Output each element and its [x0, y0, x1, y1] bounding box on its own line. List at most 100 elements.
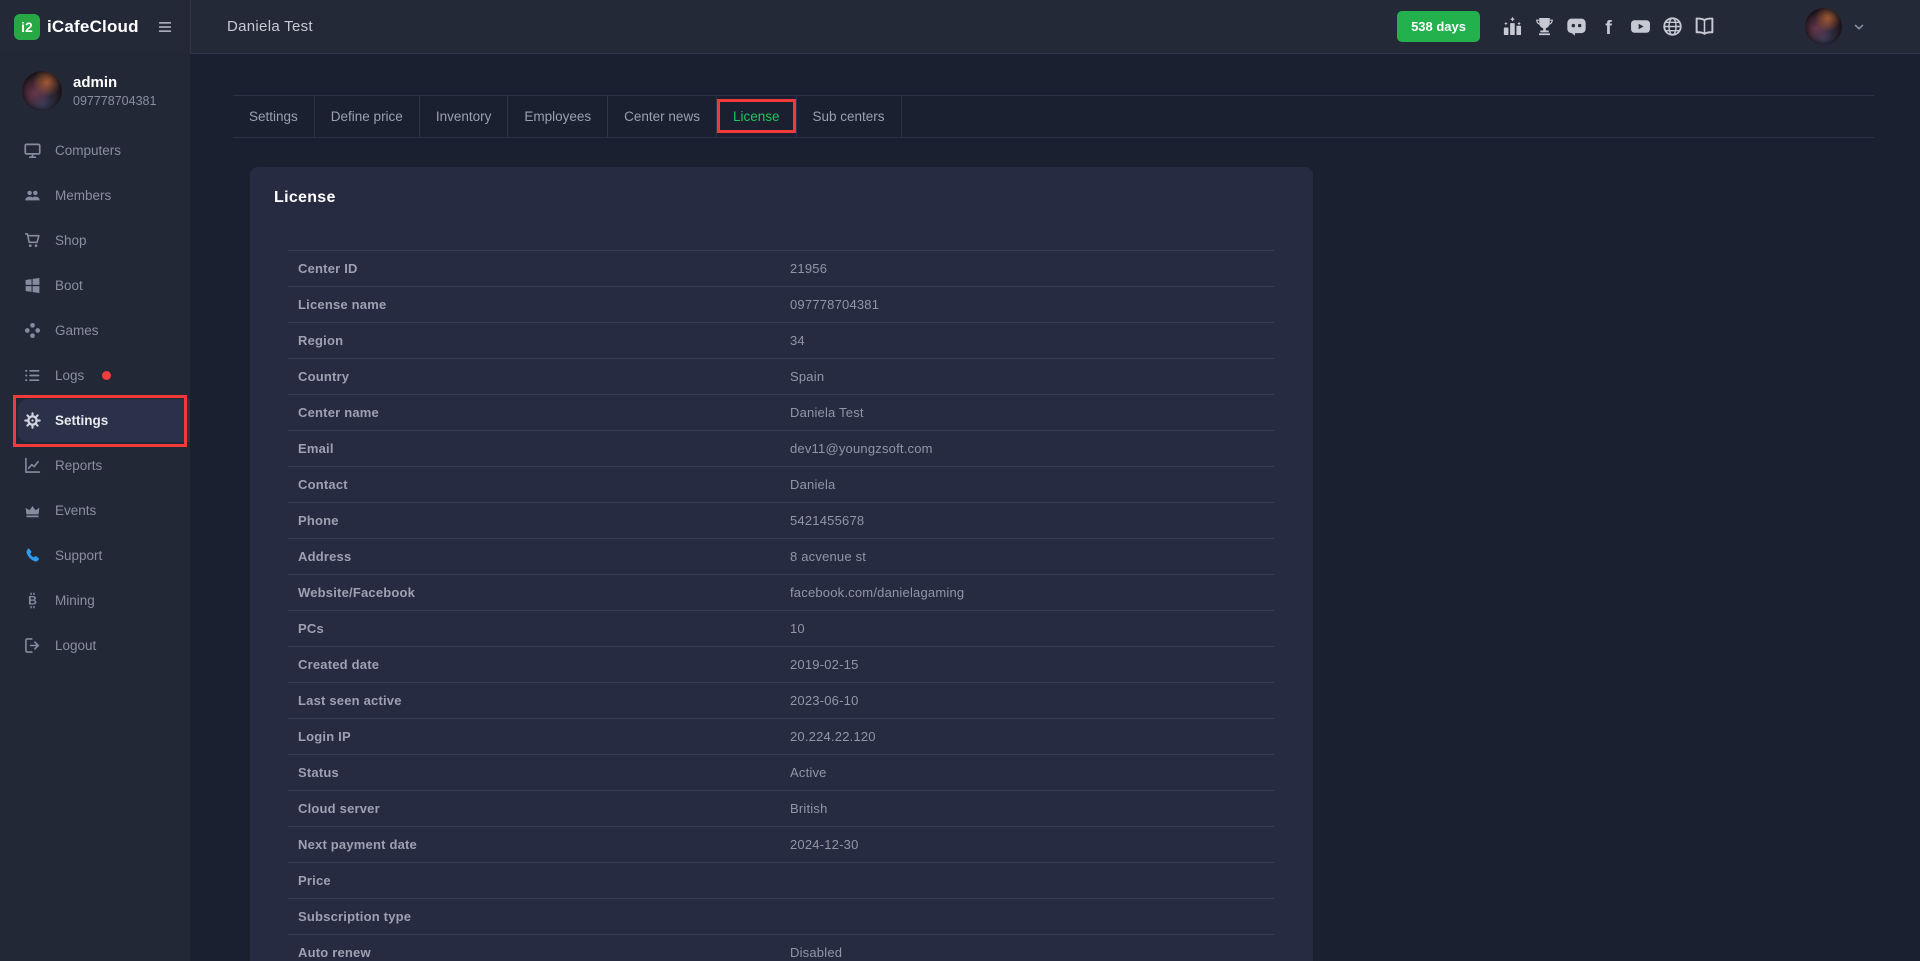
chevron-down-icon[interactable]	[1852, 20, 1866, 34]
sidebar-item-label: Support	[55, 548, 102, 563]
sidebar-item-logs[interactable]: Logs	[0, 353, 190, 398]
row-label: Next payment date	[298, 837, 790, 852]
sidebar-item-logout[interactable]: Logout	[0, 623, 190, 668]
sidebar-item-label: Games	[55, 323, 99, 338]
row-value: Daniela	[790, 477, 836, 492]
row-label: Created date	[298, 657, 790, 672]
cart-icon	[24, 232, 41, 249]
globe-icon[interactable]	[1662, 16, 1683, 37]
logs-list-icon	[24, 367, 41, 384]
leaderboard-icon[interactable]	[1502, 16, 1523, 37]
app-logo-icon: i2	[14, 14, 40, 40]
license-row-website-facebook: Website/Facebookfacebook.com/danielagami…	[288, 575, 1274, 611]
row-label: Subscription type	[298, 909, 790, 924]
license-row-license-name: License name097778704381	[288, 287, 1274, 323]
row-label: Website/Facebook	[298, 585, 790, 600]
sidebar-item-computers[interactable]: Computers	[0, 128, 190, 173]
avatar[interactable]	[1805, 8, 1842, 45]
sidebar-item-boot[interactable]: Boot	[0, 263, 190, 308]
youtube-icon[interactable]	[1630, 16, 1651, 37]
row-label: Email	[298, 441, 790, 456]
license-row-next-payment-date: Next payment date2024-12-30	[288, 827, 1274, 863]
app-logo[interactable]: i2 iCafeCloud	[14, 14, 139, 40]
row-value: Spain	[790, 369, 824, 384]
sidebar-item-label: Members	[55, 188, 111, 203]
tab-center-news[interactable]: Center news	[608, 96, 717, 137]
days-remaining-badge[interactable]: 538 days	[1397, 11, 1480, 42]
sidebar-user: admin 097778704381	[0, 54, 190, 111]
row-value: 2019-02-15	[790, 657, 859, 672]
hamburger-menu-icon[interactable]	[156, 20, 174, 34]
tab-inventory[interactable]: Inventory	[420, 96, 509, 137]
row-label: License name	[298, 297, 790, 312]
gamepad-icon	[24, 322, 41, 339]
license-row-email: Emaildev11@youngzsoft.com	[288, 431, 1274, 467]
trophy-icon[interactable]	[1534, 16, 1555, 37]
sidebar-item-label: Shop	[55, 233, 87, 248]
row-value: 21956	[790, 261, 827, 276]
app-logo-text: iCafeCloud	[47, 17, 139, 37]
settings-tabs: SettingsDefine priceInventoryEmployeesCe…	[233, 95, 1874, 138]
license-row-address: Address8 acvenue st	[288, 539, 1274, 575]
sidebar-item-shop[interactable]: Shop	[0, 218, 190, 263]
sidebar-item-events[interactable]: Events	[0, 488, 190, 533]
sidebar-item-label: Logout	[55, 638, 96, 653]
windows-icon	[24, 277, 41, 294]
row-value: 10	[790, 621, 805, 636]
user-license-id: 097778704381	[73, 94, 156, 108]
sidebar-item-mining[interactable]: B Mining	[0, 578, 190, 623]
license-row-center-id: Center ID21956	[288, 251, 1274, 287]
sidebar-item-settings[interactable]: Settings	[0, 398, 190, 443]
sidebar-menu: Computers Members Shop Boot Games LogsSetting…	[0, 128, 190, 668]
row-label: Contact	[298, 477, 790, 492]
facebook-icon[interactable]: f	[1598, 16, 1619, 37]
crown-icon	[24, 502, 41, 519]
row-label: Cloud server	[298, 801, 790, 816]
tab-license[interactable]: License	[717, 96, 797, 137]
license-row-region: Region34	[288, 323, 1274, 359]
user-avatar[interactable]	[22, 71, 62, 111]
license-row-cloud-server: Cloud serverBritish	[288, 791, 1274, 827]
tab-employees[interactable]: Employees	[508, 96, 608, 137]
row-value: 2023-06-10	[790, 693, 859, 708]
row-value: dev11@youngzsoft.com	[790, 441, 933, 456]
tab-settings[interactable]: Settings	[233, 96, 315, 137]
monitor-icon	[24, 142, 41, 159]
row-value: 097778704381	[790, 297, 879, 312]
license-row-phone: Phone5421455678	[288, 503, 1274, 539]
license-table: Center ID21956License name097778704381Re…	[288, 250, 1274, 961]
license-row-center-name: Center nameDaniela Test	[288, 395, 1274, 431]
bitcoin-icon: B	[24, 592, 41, 609]
license-row-contact: ContactDaniela	[288, 467, 1274, 503]
sidebar-item-label: Reports	[55, 458, 102, 473]
sidebar-item-label: Computers	[55, 143, 121, 158]
license-row-pcs: PCs10	[288, 611, 1274, 647]
row-value: 34	[790, 333, 805, 348]
row-value: 8 acvenue st	[790, 549, 866, 564]
notification-dot	[102, 371, 111, 380]
row-value: British	[790, 801, 828, 816]
phone-icon	[24, 547, 41, 564]
row-label: Last seen active	[298, 693, 790, 708]
sidebar-item-members[interactable]: Members	[0, 173, 190, 218]
sidebar-item-label: Mining	[55, 593, 95, 608]
main-content: SettingsDefine priceInventoryEmployeesCe…	[190, 54, 1920, 961]
sidebar-item-games[interactable]: Games	[0, 308, 190, 353]
license-heading: License	[274, 189, 1313, 207]
license-row-auto-renew: Auto renewDisabled	[288, 935, 1274, 961]
sidebar-item-reports[interactable]: Reports	[0, 443, 190, 488]
page-title: Daniela Test	[227, 18, 313, 35]
row-label: Address	[298, 549, 790, 564]
row-value: Disabled	[790, 945, 842, 960]
members-icon	[24, 187, 41, 204]
row-label: Phone	[298, 513, 790, 528]
tab-define-price[interactable]: Define price	[315, 96, 420, 137]
sidebar-item-label: Events	[55, 503, 96, 518]
discord-icon[interactable]	[1566, 16, 1587, 37]
docs-book-icon[interactable]	[1694, 16, 1715, 37]
topbar: i2 iCafeCloud Daniela Test 538 days f	[0, 0, 1920, 54]
tab-sub-centers[interactable]: Sub centers	[797, 96, 902, 137]
license-row-login-ip: Login IP20.224.22.120	[288, 719, 1274, 755]
license-row-country: CountrySpain	[288, 359, 1274, 395]
sidebar-item-support[interactable]: Support	[0, 533, 190, 578]
